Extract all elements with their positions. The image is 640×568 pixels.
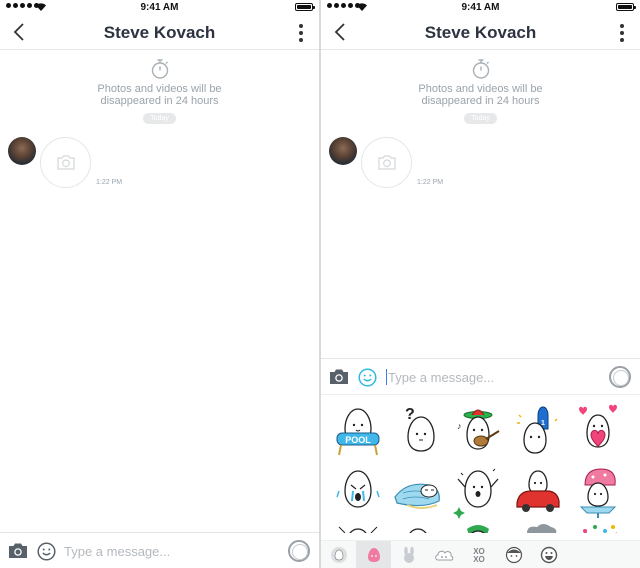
sticker-rice-ball-sparkle-wave[interactable] — [453, 463, 503, 519]
ephemeral-notice: Photos and videos will be disappeared in… — [0, 58, 319, 125]
avatar[interactable] — [8, 137, 36, 165]
photo-message-placeholder[interactable] — [361, 137, 412, 188]
more-vertical-icon[interactable] — [299, 24, 303, 42]
cloud-stickers-tab[interactable] — [426, 541, 461, 568]
sticker-rice-ball-ice-cream[interactable] — [573, 463, 623, 519]
camera-icon — [378, 155, 396, 170]
status-bar: 9:41 AM — [0, 0, 319, 14]
status-bar: 9:41 AM — [321, 0, 640, 14]
date-badge: Today — [464, 113, 497, 124]
status-time: 9:41 AM — [461, 2, 500, 13]
xoxo-stickers-tab[interactable]: XO XO — [461, 541, 496, 568]
sticker-rice-ball-hearts[interactable] — [573, 403, 623, 459]
status-time: 9:41 AM — [140, 2, 179, 13]
stopwatch-icon — [472, 59, 489, 79]
sticker-tabs: XO XO — [321, 540, 640, 568]
avatar[interactable] — [329, 137, 357, 165]
svg-text:POOL: POOL — [345, 435, 371, 445]
battery-icon — [616, 3, 636, 11]
contact-name-title: Steve Kovach — [424, 23, 537, 42]
ephemeral-notice-text: Photos and videos will be disappeared in… — [97, 83, 222, 107]
camera-icon — [57, 155, 75, 170]
sticker-rice-ball-partial-2[interactable] — [393, 523, 443, 533]
ephemeral-notice: Photos and videos will be disappeared in… — [321, 58, 640, 125]
contact-name-title: Steve Kovach — [103, 23, 216, 42]
bunny-stickers-tab[interactable] — [391, 541, 426, 568]
message-timestamp: 1:22 PM — [96, 179, 123, 186]
message-composer — [321, 358, 640, 394]
chat-screen-stickers-open: 9:41 AM Steve Kovach Photos and videos w… — [321, 0, 640, 568]
message-composer — [0, 532, 319, 568]
more-vertical-icon[interactable] — [620, 24, 624, 42]
xoxo-icon: XOXO — [473, 547, 485, 564]
bunny-icon — [403, 546, 414, 563]
sticker-panel: POOL ? ♪ 1 XO XO — [321, 394, 640, 568]
nav-bar: Steve Kovach — [321, 14, 640, 50]
sticker-grid: POOL ? ♪ 1 — [321, 399, 640, 533]
cloud-face-icon — [434, 550, 453, 561]
smiley-icon[interactable] — [358, 368, 377, 387]
svg-text:♪: ♪ — [457, 421, 462, 431]
camera-icon[interactable] — [8, 542, 28, 559]
sticker-rice-ball-partial-1[interactable] — [333, 523, 383, 533]
sticker-rice-ball-pool-floaty[interactable]: POOL — [333, 403, 383, 459]
sticker-rice-ball-red-car[interactable] — [513, 463, 563, 519]
date-badge: Today — [143, 113, 176, 124]
smiley-icon[interactable] — [37, 542, 56, 561]
pink-rice-ball-icon — [367, 548, 380, 562]
sticker-rice-ball-question[interactable]: ? — [393, 403, 443, 459]
sticker-rice-ball-partial-5[interactable] — [573, 523, 623, 533]
hair-face-icon — [505, 546, 522, 564]
grin-face-stickers-tab[interactable] — [531, 541, 566, 568]
rice-ball-face-icon — [330, 547, 347, 563]
record-circle-icon[interactable] — [609, 366, 631, 388]
hair-face-stickers-tab[interactable] — [496, 541, 531, 568]
message-input[interactable] — [64, 541, 264, 561]
message-input[interactable] — [388, 367, 588, 387]
message-timestamp: 1:22 PM — [417, 179, 444, 186]
camera-icon[interactable] — [329, 368, 349, 385]
sticker-rice-ball-crying[interactable] — [333, 463, 383, 519]
sticker-rice-ball-partial-3[interactable] — [453, 523, 503, 533]
photo-message-placeholder[interactable] — [40, 137, 91, 188]
stopwatch-icon — [151, 59, 168, 79]
recent-stickers-tab[interactable] — [321, 541, 356, 568]
sticker-rice-ball-sleeping-blanket[interactable] — [393, 463, 443, 519]
sticker-rice-ball-partial-4[interactable] — [513, 523, 563, 533]
text-cursor — [386, 369, 387, 385]
nav-bar: Steve Kovach — [0, 14, 319, 50]
sticker-rice-ball-foam-finger[interactable]: 1 — [513, 403, 563, 459]
chat-screen-default: 9:41 AM Steve Kovach Photos and videos w… — [0, 0, 319, 568]
ephemeral-notice-text: Photos and videos will be disappeared in… — [418, 83, 543, 107]
grin-face-icon — [540, 546, 557, 564]
record-circle-icon[interactable] — [288, 540, 310, 562]
sticker-rice-ball-guitar-sombrero[interactable]: ♪ — [453, 403, 503, 459]
svg-text:XO: XO — [473, 555, 485, 564]
battery-icon — [295, 3, 315, 11]
rice-ball-stickers-tab[interactable] — [356, 541, 391, 568]
